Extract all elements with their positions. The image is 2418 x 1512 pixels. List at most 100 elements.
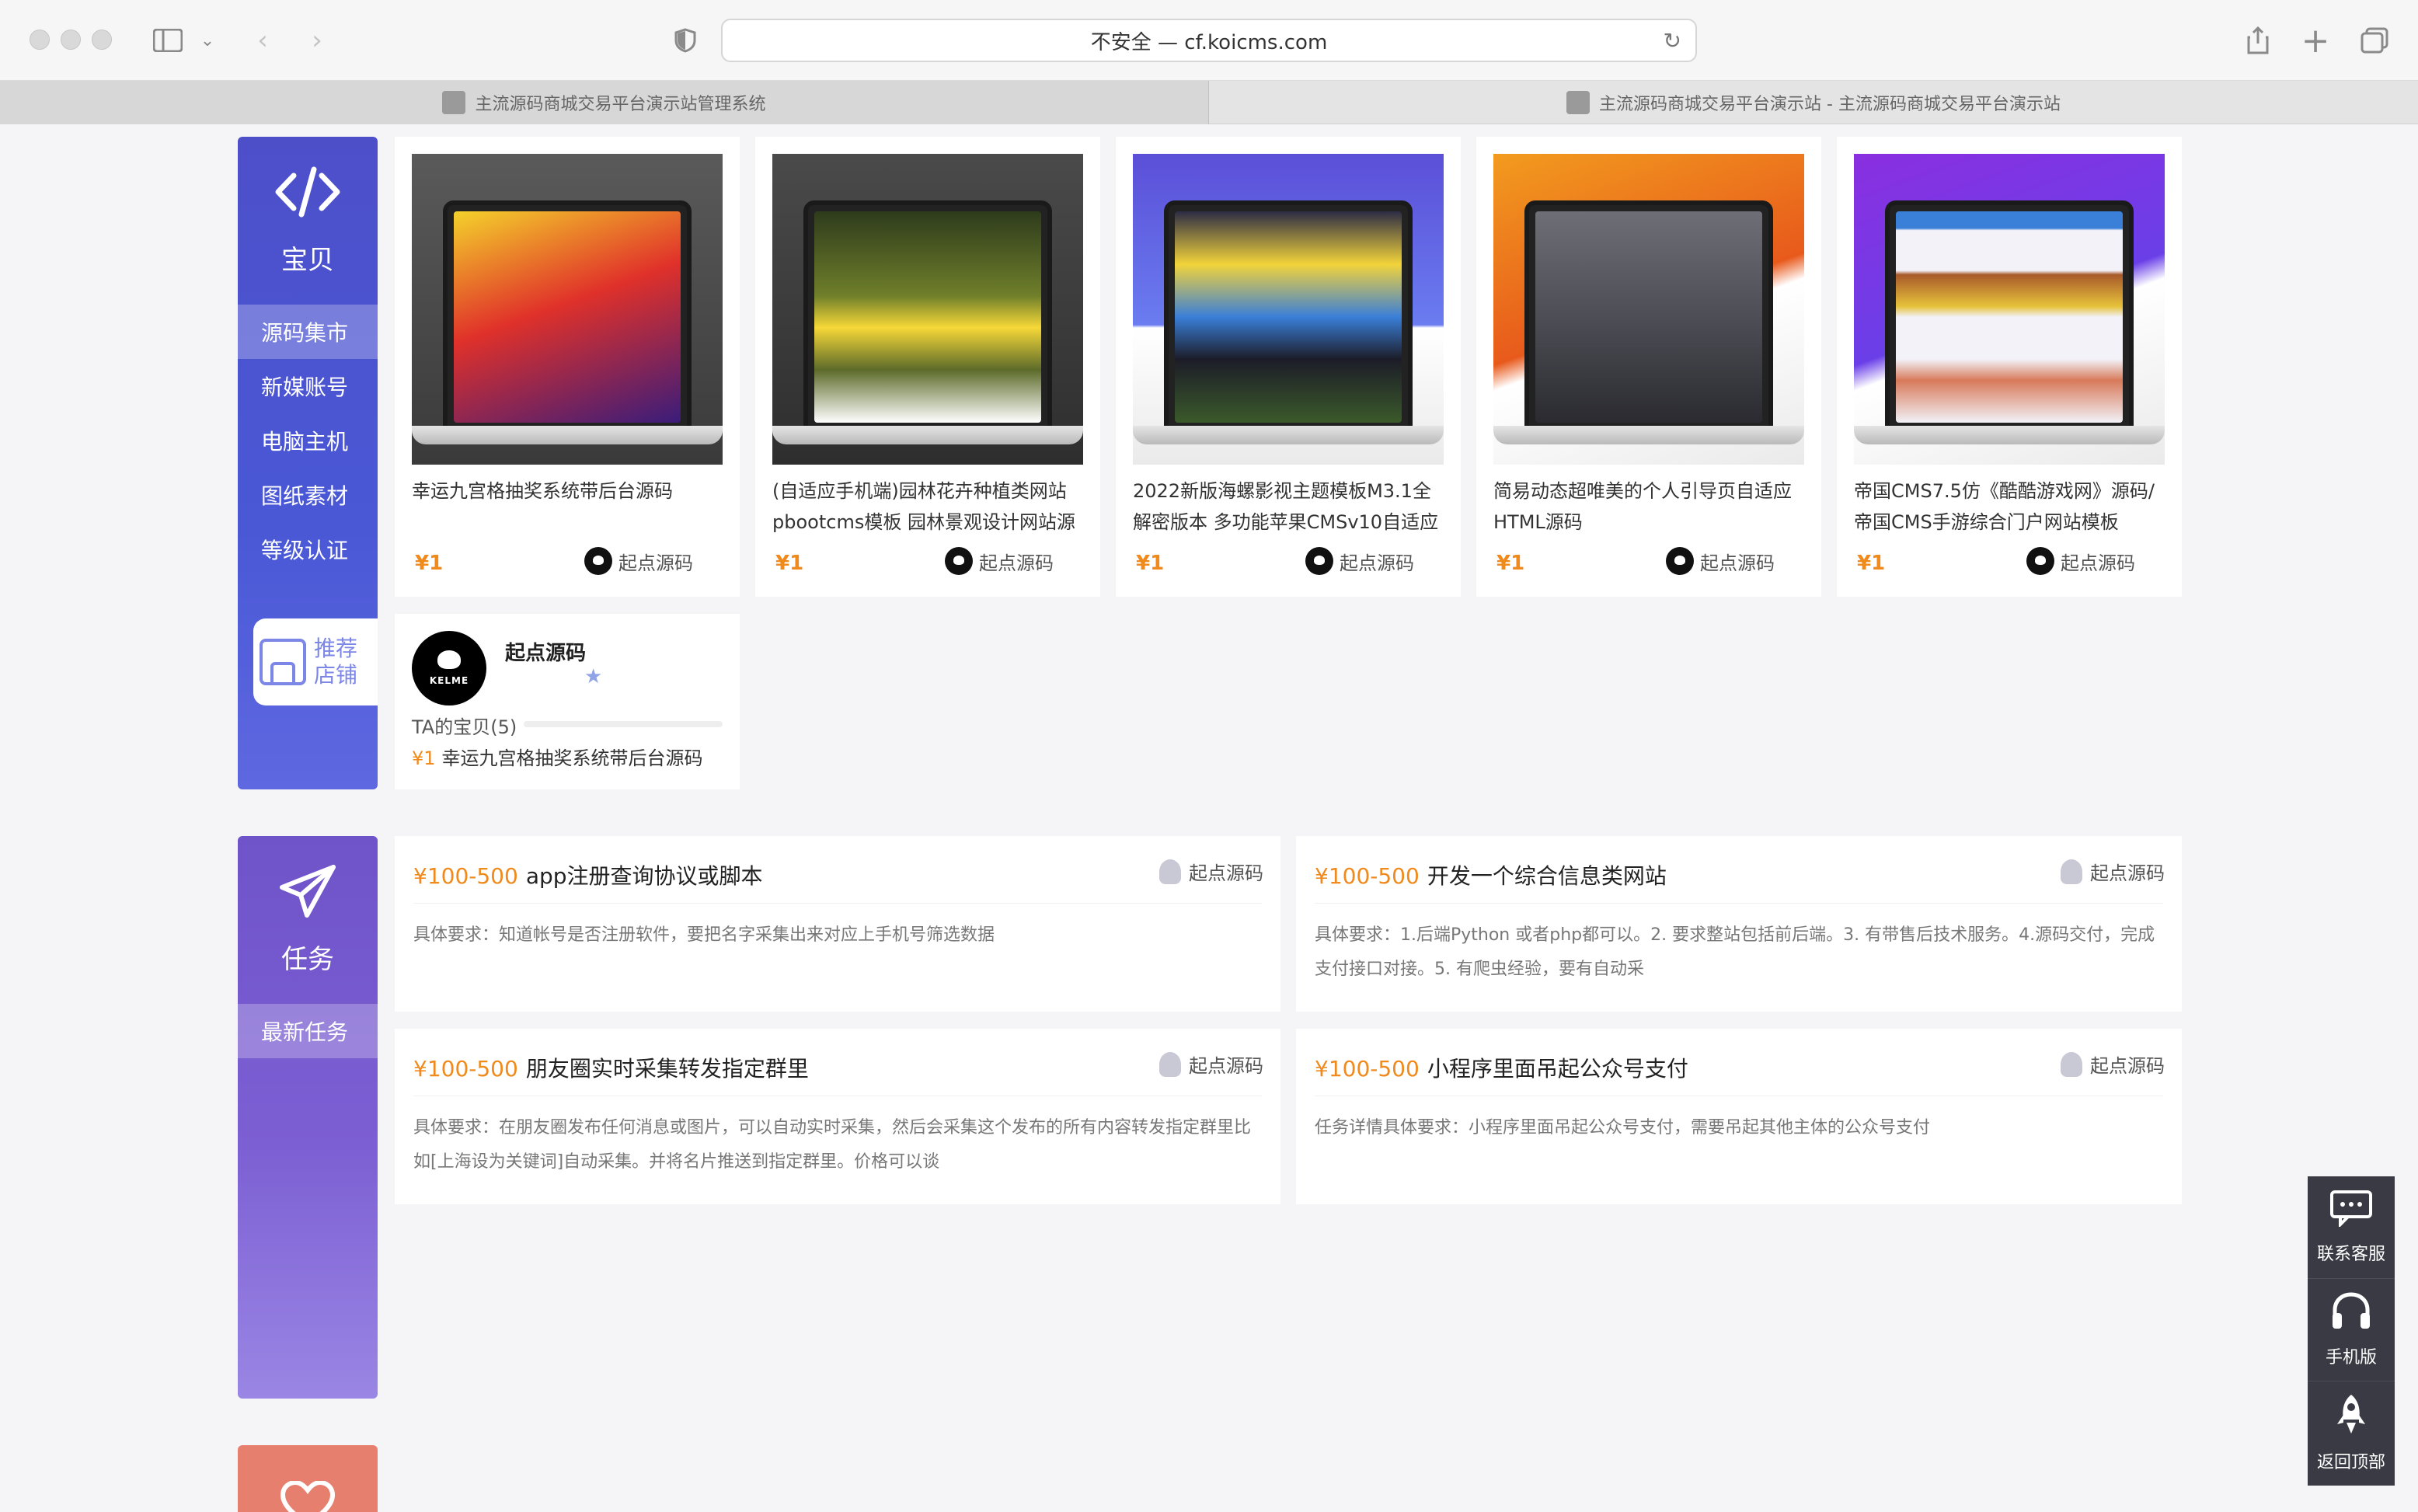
- site-favicon-icon: [442, 91, 466, 114]
- sidebar-item-level-auth[interactable]: 等级认证: [238, 522, 378, 577]
- product-card[interactable]: 2022新版海螺影视主题模板M3.1全解密版本 多功能苹果CMSv10自适应主 …: [1116, 137, 1461, 597]
- shop-logo-icon: [1666, 547, 1694, 575]
- sidebar-toggle-icon[interactable]: [151, 23, 185, 57]
- share-icon[interactable]: [2242, 23, 2273, 57]
- product-card[interactable]: 简易动态超唯美的个人引导页自适应HTML源码 ¥1 起点源码: [1476, 137, 1821, 597]
- product-thumbnail[interactable]: [1493, 154, 1804, 465]
- star-icon: ★: [584, 665, 603, 688]
- shop-logo-icon: [2026, 547, 2054, 575]
- task-budget: ¥100-500: [413, 1056, 518, 1082]
- store-goods-item[interactable]: ¥1 幸运九宫格抽奖系统带后台源码: [412, 743, 703, 770]
- privacy-shield-icon[interactable]: [670, 23, 701, 57]
- product-shop[interactable]: 起点源码: [2026, 547, 2135, 575]
- task-title[interactable]: ¥100-500 朋友圈实时采集转发指定群里: [413, 1052, 809, 1083]
- owner-avatar-icon: [2061, 859, 2082, 884]
- store-name[interactable]: 起点源码: [505, 637, 586, 666]
- url-text: 不安全 — cf.koicms.com: [1090, 30, 1328, 54]
- task-description: 具体要求：在朋友圈发布任何消息或图片，可以自动实时采集，然后会采集这个发布的所有…: [413, 1118, 1252, 1172]
- product-card[interactable]: (自适应手机端)园林花卉种植类网站pbootcms模板 园林景观设计网站源 ¥1…: [755, 137, 1100, 597]
- owner-avatar-icon: [2061, 1051, 2082, 1077]
- divider: [1315, 903, 2163, 904]
- product-shop[interactable]: 起点源码: [945, 547, 1054, 575]
- task-card[interactable]: ¥100-500 app注册查询协议或脚本 起点源码 具体要求：知道帐号是否注册软…: [395, 836, 1280, 1012]
- tab-admin[interactable]: 主流源码商城交易平台演示站管理系统: [0, 81, 1209, 124]
- chat-icon: [2329, 1190, 2373, 1232]
- product-screen-image: [1535, 211, 1762, 423]
- product-title[interactable]: 帝国CMS7.5仿《酷酷游戏网》源码/帝国CMS手游综合门户网站模板: [1854, 476, 2165, 538]
- shop-name: 起点源码: [979, 552, 1054, 574]
- task-section-title: 任务: [281, 944, 334, 975]
- sidebar-item-drawings[interactable]: 图纸素材: [238, 468, 378, 522]
- product-thumbnail[interactable]: [1133, 154, 1444, 465]
- back-to-top-button[interactable]: 返回顶部: [2308, 1381, 2395, 1484]
- store-goods-count: TA的宝贝(5): [412, 716, 517, 738]
- float-label: 手机版: [2325, 1348, 2377, 1367]
- recommend-store-button[interactable]: 推荐店铺: [253, 618, 378, 705]
- product-shop[interactable]: 起点源码: [1305, 547, 1414, 575]
- product-title[interactable]: 幸运九宫格抽奖系统带后台源码: [412, 476, 723, 538]
- task-card[interactable]: ¥100-500 开发一个综合信息类网站 起点源码 具体要求：1.后端Python…: [1296, 836, 2182, 1012]
- shop-logo-icon: [584, 547, 612, 575]
- back-button[interactable]: ‹: [247, 23, 278, 57]
- product-shop[interactable]: 起点源码: [1666, 547, 1775, 575]
- headset-icon: [2330, 1291, 2372, 1336]
- store-logo[interactable]: KELME: [412, 631, 486, 705]
- product-screen-image: [1896, 211, 2123, 423]
- product-price: ¥1: [415, 552, 444, 575]
- product-screen-image: [1175, 211, 1402, 423]
- chevron-down-icon[interactable]: ⌄: [196, 23, 219, 57]
- product-shop[interactable]: 起点源码: [584, 547, 693, 575]
- task-owner[interactable]: 起点源码: [2061, 1050, 2165, 1078]
- task-title[interactable]: ¥100-500 app注册查询协议或脚本: [413, 859, 763, 890]
- address-bar[interactable]: 不安全 — cf.koicms.com ↻: [721, 19, 1697, 62]
- store-logo-text: KELME: [429, 675, 469, 686]
- minimize-window-button[interactable]: [61, 30, 81, 50]
- product-title[interactable]: 2022新版海螺影视主题模板M3.1全解密版本 多功能苹果CMSv10自适应主: [1133, 476, 1444, 538]
- product-screen-image: [454, 211, 681, 423]
- product-thumbnail[interactable]: [412, 154, 723, 465]
- floating-tool-bar: 联系客服 手机版 返回顶部: [2308, 1176, 2395, 1486]
- product-thumbnail[interactable]: [772, 154, 1083, 465]
- product-price: ¥1: [1496, 552, 1525, 575]
- task-card[interactable]: ¥100-500 朋友圈实时采集转发指定群里 起点源码 具体要求：在朋友圈发布任何…: [395, 1029, 1280, 1204]
- tab-demo-site[interactable]: 主流源码商城交易平台演示站 - 主流源码商城交易平台演示站: [1209, 81, 2418, 124]
- task-title[interactable]: ¥100-500 开发一个综合信息类网站: [1315, 859, 1667, 890]
- third-section-sidebar: [238, 1445, 378, 1512]
- product-price: ¥1: [775, 552, 804, 575]
- shop-logo-icon: [1305, 547, 1333, 575]
- product-thumbnail[interactable]: [1854, 154, 2165, 465]
- task-title[interactable]: ¥100-500 小程序里面吊起公众号支付: [1315, 1052, 1688, 1083]
- contact-service-button[interactable]: 联系客服: [2308, 1176, 2395, 1279]
- sidebar-item-media-accounts[interactable]: 新媒账号: [238, 359, 378, 413]
- task-sidebar: 任务 最新任务: [238, 836, 378, 1399]
- task-description: 具体要求：知道帐号是否注册软件，要把名字采集出来对应上手机号筛选数据: [413, 925, 995, 945]
- recommended-store-card[interactable]: KELME 起点源码 ★ TA的宝贝(5) ¥1 幸运九宫格抽奖系统带后台源码: [395, 614, 740, 789]
- store-goods-divider: [524, 721, 723, 727]
- shop-name: 起点源码: [1340, 552, 1414, 574]
- task-description: 具体要求：1.后端Python 或者php都可以。2. 要求整站包括前后端。3.…: [1315, 925, 2155, 979]
- tab-overview-icon[interactable]: [2357, 23, 2392, 57]
- product-screen-image: [814, 211, 1041, 423]
- product-title[interactable]: 简易动态超唯美的个人引导页自适应HTML源码: [1493, 476, 1804, 538]
- new-tab-icon[interactable]: +: [2300, 21, 2331, 61]
- rocket-icon: [2336, 1393, 2367, 1441]
- zoom-window-button[interactable]: [92, 30, 112, 50]
- sidebar-item-latest-tasks[interactable]: 最新任务: [238, 1004, 378, 1058]
- sidebar-item-computers[interactable]: 电脑主机: [238, 413, 378, 468]
- reload-icon[interactable]: ↻: [1664, 28, 1681, 54]
- product-card[interactable]: 幸运九宫格抽奖系统带后台源码 ¥1 起点源码: [395, 137, 740, 597]
- task-owner[interactable]: 起点源码: [2061, 858, 2165, 885]
- store-goods-price: ¥1: [412, 747, 436, 769]
- task-owner[interactable]: 起点源码: [1159, 1050, 1263, 1078]
- owner-avatar-icon: [1159, 1051, 1181, 1077]
- divider: [413, 903, 1262, 904]
- task-owner[interactable]: 起点源码: [1159, 858, 1263, 885]
- product-card[interactable]: 帝国CMS7.5仿《酷酷游戏网》源码/帝国CMS手游综合门户网站模板 ¥1 起点…: [1837, 137, 2182, 597]
- sidebar-item-source-market[interactable]: 源码集市: [238, 305, 378, 359]
- mobile-version-button[interactable]: 手机版: [2308, 1279, 2395, 1381]
- forward-button[interactable]: ›: [301, 23, 333, 57]
- product-title[interactable]: (自适应手机端)园林花卉种植类网站pbootcms模板 园林景观设计网站源: [772, 476, 1083, 538]
- close-window-button[interactable]: [30, 30, 50, 50]
- task-card[interactable]: ¥100-500 小程序里面吊起公众号支付 起点源码 任务详情具体要求：小程序里面…: [1296, 1029, 2182, 1204]
- goods-sidebar: 宝贝 源码集市 新媒账号 电脑主机 图纸素材 等级认证 推荐店铺: [238, 137, 378, 789]
